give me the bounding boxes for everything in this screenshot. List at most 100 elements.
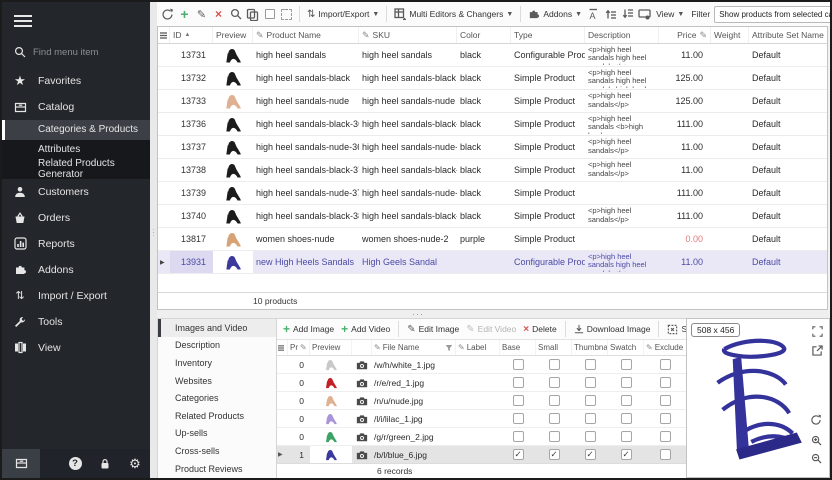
view-button[interactable]: View ▼ <box>654 9 686 19</box>
tab-up-sells[interactable]: Up-sells <box>158 425 276 443</box>
table-row[interactable]: ▶ 13740 high heel sandals-black-38 high … <box>158 205 827 228</box>
table-row[interactable]: ▶ 13732 high heel sandals-black high hee… <box>158 67 827 90</box>
column-header-attribute-set[interactable]: Attribute Set Name <box>749 27 827 43</box>
small-checkbox[interactable] <box>549 377 560 388</box>
download-image-button[interactable]: Download Image <box>572 324 653 334</box>
column-header-preview[interactable]: Preview <box>213 27 253 43</box>
tab-inventory[interactable]: Inventory <box>158 354 276 372</box>
column-header-base[interactable]: Base <box>500 340 536 355</box>
table-row[interactable]: ▶ 13738 high heel sandals-black-37 high … <box>158 159 827 182</box>
quick-view-icon[interactable] <box>637 6 652 22</box>
table-row[interactable]: ▶ 13733 high heel sandals-nude high heel… <box>158 90 827 113</box>
thumbnail-checkbox[interactable] <box>585 377 596 388</box>
addons-button[interactable]: Addons ▼ <box>526 8 584 20</box>
column-header-preview[interactable]: Preview <box>310 340 352 355</box>
open-external-icon[interactable] <box>810 343 824 357</box>
table-row[interactable]: ▶ 13931 new High Heels Sandals High Geel… <box>158 251 827 274</box>
delete-image-button[interactable]: ×Delete <box>521 324 558 335</box>
table-row[interactable]: ▶ 13731 high heel sandals high heel sand… <box>158 44 827 67</box>
column-header-weight[interactable]: Weight <box>711 27 749 43</box>
swatch-checkbox[interactable] <box>621 395 632 406</box>
column-header-thumbnail[interactable]: Thumbna <box>572 340 608 355</box>
sidebar-item-favorites[interactable]: ★ Favorites <box>2 68 150 94</box>
small-checkbox[interactable]: ✓ <box>549 449 560 460</box>
edit-video-button[interactable]: ✎Edit Video <box>464 324 518 335</box>
sidebar-item-related-products-generator[interactable]: Related Products Generator <box>2 159 150 179</box>
exclude-checkbox[interactable] <box>660 413 671 424</box>
multi-editors-button[interactable]: Multi Editors & Changers ▼ <box>392 8 515 20</box>
small-checkbox[interactable] <box>549 395 560 406</box>
settings-button[interactable]: ⚙ <box>120 449 150 478</box>
edit-image-button[interactable]: ✎Edit Image <box>405 324 461 335</box>
base-checkbox[interactable] <box>513 413 524 424</box>
column-header-sku[interactable]: ✎SKU <box>359 27 457 43</box>
table-row[interactable]: ▶ 0 /w/h/white_1.jpg <box>277 356 686 374</box>
small-checkbox[interactable] <box>549 359 560 370</box>
select-checkbox-icon[interactable] <box>262 6 277 22</box>
thumbnail-checkbox[interactable] <box>585 413 596 424</box>
table-row[interactable]: ▶ 13817 women shoes-nude women shoes-nud… <box>158 228 827 251</box>
sidebar-item-view[interactable]: View <box>2 335 150 361</box>
sidebar-item-orders[interactable]: Orders <box>2 205 150 231</box>
base-checkbox[interactable] <box>513 395 524 406</box>
column-header-exclude[interactable]: ✎Exclude <box>644 340 686 355</box>
swatch-checkbox[interactable] <box>621 377 632 388</box>
small-checkbox[interactable] <box>549 431 560 442</box>
thumbnail-checkbox[interactable] <box>585 431 596 442</box>
thumbnail-checkbox[interactable] <box>585 395 596 406</box>
thumbnail-checkbox[interactable] <box>585 359 596 370</box>
sidebar-item-tools[interactable]: Tools <box>2 309 150 335</box>
tab-cross-sells[interactable]: Cross-sells <box>158 442 276 460</box>
column-header-pr[interactable]: Pr✎ <box>288 340 310 355</box>
exclude-checkbox[interactable] <box>660 449 671 460</box>
column-header-price[interactable]: Price✎ <box>659 27 711 43</box>
base-checkbox[interactable] <box>513 431 524 442</box>
exclude-checkbox[interactable] <box>660 431 671 442</box>
table-row[interactable]: ▶ 13737 high heel sandals-nude-36 high h… <box>158 136 827 159</box>
menu-toggle-button[interactable] <box>2 2 150 38</box>
collapse-rows-icon[interactable] <box>620 6 635 22</box>
store-button[interactable] <box>2 449 40 478</box>
refresh-icon[interactable] <box>160 6 175 22</box>
add-video-button[interactable]: +Add Video <box>339 322 392 336</box>
thumbnail-checkbox[interactable]: ✓ <box>585 449 596 460</box>
panel-splitter-vertical[interactable]: :: <box>150 2 157 478</box>
tab-description[interactable]: Description <box>158 337 276 355</box>
zoom-out-icon[interactable] <box>809 451 823 465</box>
panel-splitter-horizontal[interactable]: ··· <box>157 310 830 318</box>
sidebar-item-reports[interactable]: Reports <box>2 231 150 257</box>
lock-button[interactable] <box>90 449 120 478</box>
select-all-icon[interactable] <box>158 27 170 43</box>
tab-product-reviews[interactable]: Product Reviews <box>158 460 276 478</box>
column-header-type[interactable]: Type <box>511 27 585 43</box>
tab-related-products[interactable]: Related Products <box>158 407 276 425</box>
table-row[interactable]: ▶ 13736 high heel sandals-black-36 high … <box>158 113 827 136</box>
help-button[interactable]: ? <box>60 449 90 478</box>
swatch-checkbox[interactable] <box>621 359 632 370</box>
sidebar-item-attributes[interactable]: Attributes <box>2 140 150 160</box>
column-header-small[interactable]: Small <box>536 340 572 355</box>
column-header-description[interactable]: Description <box>585 27 659 43</box>
sidebar-item-catalog[interactable]: Catalog <box>2 94 150 120</box>
rotate-icon[interactable] <box>809 413 823 427</box>
column-header-swatch[interactable]: Swatch <box>608 340 644 355</box>
menu-search[interactable] <box>2 38 150 68</box>
base-checkbox[interactable] <box>513 377 524 388</box>
exclude-checkbox[interactable] <box>660 395 671 406</box>
set-resize-rule-button[interactable]: Set Resize Rule <box>665 324 686 335</box>
tab-websites[interactable]: Websites <box>158 372 276 390</box>
swatch-checkbox[interactable]: ✓ <box>621 449 632 460</box>
table-row[interactable]: ▶ 0 /g/r/green_2.jpg <box>277 428 686 446</box>
import-export-button[interactable]: ⇅ Import/Export ▼ <box>305 9 381 20</box>
tab-images-and-video[interactable]: Images and Video <box>158 319 276 337</box>
table-row[interactable]: ▶ 0 /l/i/lilac_1.jpg <box>277 410 686 428</box>
tab-categories[interactable]: Categories <box>158 389 276 407</box>
text-size-icon[interactable]: A <box>586 6 601 22</box>
sidebar-item-categories-products[interactable]: Categories & Products <box>2 120 150 140</box>
column-header-label[interactable]: ✎Label <box>456 340 500 355</box>
expand-rows-icon[interactable] <box>603 6 618 22</box>
table-row[interactable]: ▶ 1 /b/l/blue_6.jpg ✓ ✓ ✓ ✓ <box>277 446 686 463</box>
swatch-checkbox[interactable] <box>621 431 632 442</box>
menu-search-input[interactable] <box>33 47 133 58</box>
paste-special-icon[interactable] <box>279 6 294 22</box>
